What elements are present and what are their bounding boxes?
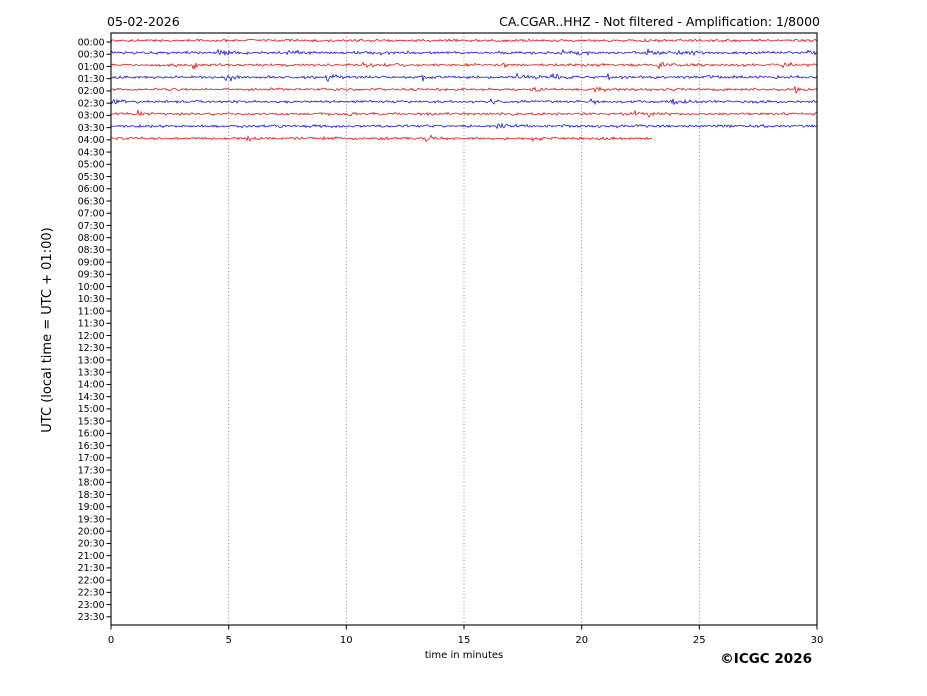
seismic-trace-04-00 [110,134,653,143]
y-tick-label: 03:00 [78,111,105,122]
y-tick-label: 05:00 [78,160,105,171]
y-tick-label: 07:00 [78,209,105,220]
x-tick-label: 5 [226,635,232,646]
seismic-trace-02-30 [110,98,818,106]
x-tick-label: 10 [340,635,353,646]
copyright-label: ©ICGC 2026 [720,651,812,667]
y-tick-label: 09:30 [78,270,105,281]
y-tick-label: 20:00 [78,527,105,538]
y-tick-label: 08:30 [78,245,105,256]
y-tick-label: 05:30 [78,172,105,183]
y-tick-label: 11:30 [78,319,105,330]
y-tick-label: 14:00 [78,380,105,391]
y-tick-label: 18:00 [78,478,105,489]
y-tick-label: 10:30 [78,294,105,305]
y-tick-label: 22:30 [78,588,105,599]
y-tick-label: 09:00 [78,257,105,268]
y-tick-label: 12:30 [78,343,105,354]
x-tick-label: 30 [811,635,824,646]
y-tick-label: 16:00 [78,429,105,440]
y-tick-label: 15:00 [78,404,105,415]
x-tick-label: 25 [693,635,706,646]
y-tick-label: 13:30 [78,368,105,379]
x-axis-title: time in minutes [425,650,504,661]
y-tick-label: 18:30 [78,490,105,501]
y-axis-title: UTC (local time = UTC + 01:00) [40,227,55,432]
y-tick-label: 01:00 [78,62,105,73]
y-tick-label: 13:00 [78,355,105,366]
x-tick-label: 20 [575,635,588,646]
y-axis-ticks: 00:00 00:3001:0001:3002:0002:30 03:0003:30… [78,37,111,623]
y-tick-label: 14:30 [78,392,105,403]
y-tick-label: 00:00 [78,37,105,48]
gridlines [228,33,700,625]
helicorder-page: 05-02-2026 CA.CGAR..HHZ - Not filtered -… [0,0,927,696]
y-tick-label: 23:30 [78,612,105,623]
y-tick-label: 20:30 [78,539,105,550]
y-tick-label: 10:00 [78,282,105,293]
seismic-trace-02-00 [110,86,818,95]
y-tick-label: 21:00 [78,551,105,562]
y-tick-label: 00:30 [78,50,105,61]
y-tick-label: 01:30 [78,74,105,85]
y-tick-label: 21:30 [78,563,105,574]
y-tick-label: 19:00 [78,502,105,513]
y-tick-label: 02:30 [78,98,105,109]
y-tick-label: 19:30 [78,514,105,525]
y-tick-label: 03:30 [78,123,105,134]
y-tick-label: 17:30 [78,465,105,476]
y-tick-label: 22:00 [78,575,105,586]
y-tick-label: 02:00 [78,86,105,97]
date-label: 05-02-2026 [107,14,180,29]
y-tick-label: 07:30 [78,221,105,232]
y-tick-label: 23:00 [78,600,105,611]
y-tick-label: 04:30 [78,147,105,158]
helicorder-chart: 05-02-2026 CA.CGAR..HHZ - Not filtered -… [40,14,824,667]
y-tick-label: 06:00 [78,184,105,195]
x-tick-label: 0 [108,635,114,646]
x-axis-ticks: 0 5 10 15 20 25 30 [108,625,824,646]
x-tick-label: 15 [458,635,471,646]
y-tick-label: 15:30 [78,416,105,427]
seismic-trace-03-30 [110,122,818,130]
y-tick-label: 17:00 [78,453,105,464]
y-tick-label: 12:00 [78,331,105,342]
y-tick-label: 08:00 [78,233,105,244]
y-tick-label: 06:30 [78,196,105,207]
y-tick-label: 04:00 [78,135,105,146]
chart-title: CA.CGAR..HHZ - Not filtered - Amplificat… [499,14,820,29]
y-tick-label: 11:00 [78,306,105,317]
y-tick-label: 16:30 [78,441,105,452]
